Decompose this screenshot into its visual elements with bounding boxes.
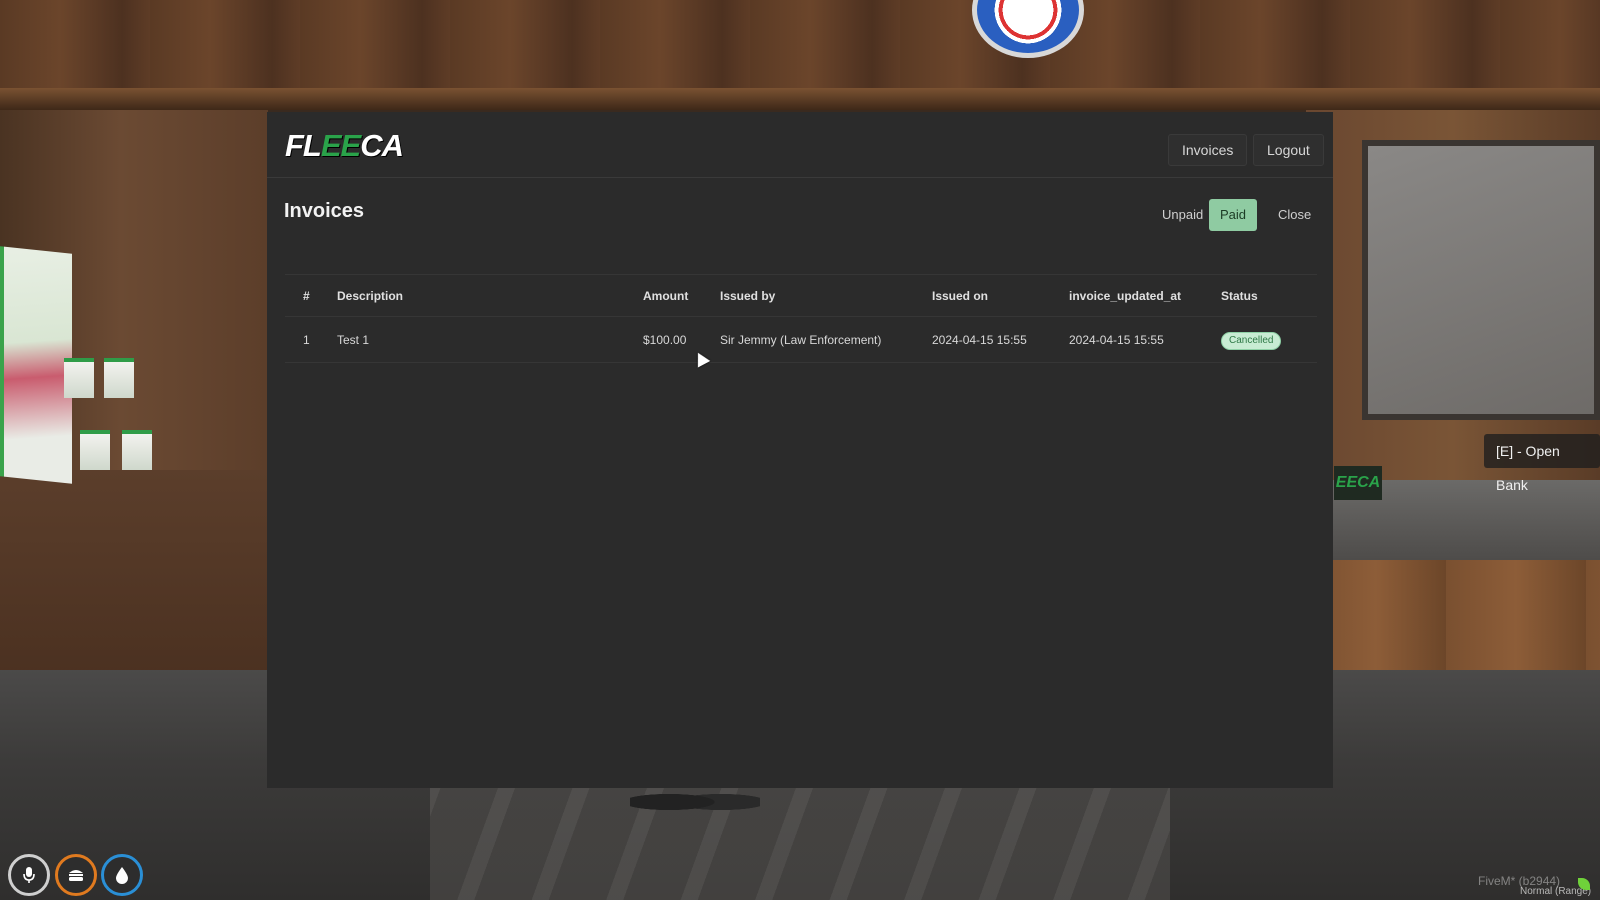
row-description: Test 1 (337, 333, 370, 347)
microphone-icon (8, 854, 50, 896)
header-description: Description (337, 289, 404, 303)
row-num: 1 (303, 333, 310, 347)
cabinet-left (0, 470, 268, 690)
header-status: Status (1221, 289, 1258, 303)
row-issued-on: 2024-04-15 15:55 (932, 333, 1027, 347)
nav-invoices-link[interactable]: Invoices (1168, 134, 1248, 166)
logo-accent: EE (320, 128, 361, 163)
status-badge: Cancelled (1221, 331, 1282, 350)
wood-wall-top (0, 0, 1600, 110)
header-issued-by: Issued by (720, 289, 776, 303)
paid-filter-button[interactable]: Paid (1209, 199, 1258, 231)
table-row[interactable]: 1 Test 1 $100.00 Sir Jemmy (Law Enforcem… (285, 317, 1317, 363)
row-issued-by: Sir Jemmy (Law Enforcement) (720, 333, 882, 347)
brochure (122, 430, 152, 470)
poster (0, 246, 72, 484)
invoices-table: # Description Amount Issued by Issued on… (285, 274, 1317, 363)
navbar: FLEECA Invoices Logout (267, 112, 1333, 178)
unpaid-filter-button[interactable]: Unpaid (1151, 199, 1214, 231)
player-feet (630, 786, 760, 818)
brochure (64, 358, 94, 398)
bank-panel: FLEECA Invoices Logout Invoices Unpaid P… (267, 112, 1333, 788)
close-button[interactable]: Close (1267, 199, 1322, 231)
nav-logout-link[interactable]: Logout (1253, 134, 1324, 166)
brochure (104, 358, 134, 398)
open-bank-prompt: [E] - Open Bank (1484, 434, 1600, 493)
header-issued-on: Issued on (932, 289, 989, 303)
floor-pattern (430, 770, 1170, 900)
header-updated-at: invoice_updated_at (1069, 289, 1182, 303)
water-drop-icon (101, 854, 143, 896)
table-header-row: # Description Amount Issued by Issued on… (285, 275, 1317, 317)
header-num: # (303, 289, 310, 303)
fleeca-sign: EECA (1334, 466, 1382, 500)
page-title: Invoices (284, 200, 365, 222)
header-amount: Amount (643, 289, 689, 303)
row-updated-at: 2024-04-15 15:55 (1069, 333, 1164, 347)
row-amount: $100.00 (643, 333, 687, 347)
logo-prefix: FL (285, 128, 322, 163)
wall-screen (1362, 140, 1600, 420)
food-icon (55, 854, 97, 896)
logo-suffix: CA (360, 128, 404, 163)
brochure (80, 430, 110, 470)
row-status: Cancelled (1221, 317, 1282, 363)
fleeca-logo: FLEECA (285, 128, 404, 164)
